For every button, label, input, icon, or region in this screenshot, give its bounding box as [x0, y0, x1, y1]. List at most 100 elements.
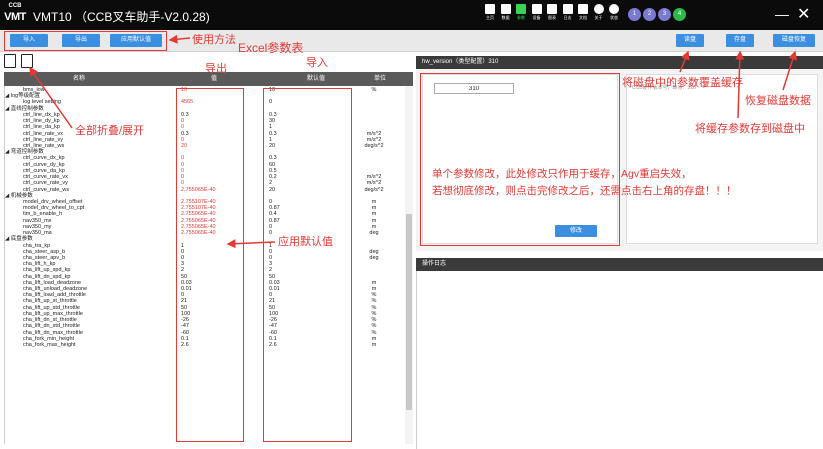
cell-name: cha_lift_dn_st_throttle	[23, 317, 77, 324]
cell-name: cha_lift_dn_std_throttle	[23, 323, 80, 330]
cell-name: cha_lift_h_kp	[23, 261, 56, 268]
annotation-note-line1: 单个参数修改，此处修改只作用于缓存，Agv重启失效，	[432, 168, 692, 180]
cell-unit: %	[371, 310, 377, 317]
step-2[interactable]: 2	[643, 8, 656, 21]
annotation-export: 导出	[205, 63, 227, 75]
annotation-overwrite-cache: 将磁盘中的参数覆盖缓存	[622, 77, 743, 89]
header-name: 名称	[72, 76, 85, 82]
cell-name: ctrl_line_rate_vx	[23, 130, 64, 137]
cell-unit: %	[371, 323, 377, 330]
cell-name: nav350_mx	[23, 217, 52, 224]
cell-name: ◢ log等级配置	[5, 93, 41, 100]
param-detail-title: hw_version（类型配置）310	[422, 59, 499, 65]
cell-unit: deg	[369, 248, 379, 255]
annotation-excel: Excel参数表	[238, 41, 304, 55]
cell-name: ctrl_curve_da_kp	[23, 167, 65, 174]
cell-name: tim_b_enable_h	[23, 211, 63, 218]
log-icon	[562, 4, 573, 14]
data-icon	[500, 4, 511, 14]
cell-name: cha_steer_apv_b	[23, 254, 66, 261]
cell-name: cha_lift_dn_max_throttle	[23, 329, 83, 336]
cell-unit: m	[371, 335, 377, 342]
cell-unit: %	[371, 317, 377, 324]
cell-name: ctrl_line_dx_kp	[23, 111, 60, 118]
cell-name: ctrl_curve_rate_vx	[23, 174, 68, 181]
cell-unit: m/s^2	[366, 174, 382, 181]
cell-name: cha_lift_load_add_throttle	[23, 292, 86, 299]
cell-name: cha_lift_unload_deadzone	[23, 286, 88, 293]
title-bar: CCB VMT VMT10 （CCB叉车助手-V2.0.28) 主页 数据 参数 设备…	[0, 0, 823, 30]
cell-unit: deg	[369, 230, 379, 237]
annotation-save-to-disk: 将缓存参数存到磁盘中	[695, 123, 805, 135]
cell-unit: %	[371, 329, 377, 336]
cell-name: ◢ 弯道控制参数	[5, 149, 44, 156]
doc-icon	[578, 4, 588, 14]
cell-name: ◢ 底盘参数	[5, 236, 33, 243]
cell-name: ctrl_curve_rate_vy	[23, 180, 68, 187]
cell-name: ctrl_line_da_kp	[23, 124, 60, 131]
default-column-highlight	[263, 88, 352, 442]
read-disk-button[interactable]: 读盘	[676, 34, 704, 47]
cell-name: cha_lift_dn_spd_kp	[23, 273, 71, 280]
cell-name: cha_lift_up_spd_kp	[23, 267, 71, 274]
annotation-import: 导入	[306, 57, 328, 69]
cell-unit: m	[371, 279, 377, 286]
table-scrollbar[interactable]	[405, 86, 413, 444]
cell-name: cha_steer_asp_b	[23, 248, 66, 255]
home-icon	[485, 4, 495, 14]
cell-unit: m	[371, 217, 377, 224]
cell-name: ctrl_curve_rate_ws	[23, 186, 70, 193]
header-default: 默认值	[306, 76, 325, 82]
device-icon	[531, 4, 542, 14]
cell-name: cha_lift_up_max_throttle	[23, 310, 83, 317]
cell-name: cha_tra_kp	[23, 242, 51, 249]
toolbar-highlight-box	[4, 31, 167, 51]
cell-unit: %	[371, 304, 377, 311]
log-body	[416, 271, 823, 449]
save-disk-button[interactable]: 存盘	[726, 34, 754, 47]
close-button[interactable]: ✕	[797, 4, 810, 24]
cell-unit: m/s^2	[366, 130, 382, 137]
collapse-all-icon[interactable]	[4, 54, 16, 68]
restore-disk-button[interactable]: 磁盘恢复	[773, 34, 815, 47]
step-4[interactable]: 4	[673, 8, 686, 21]
tree-toggle-group	[4, 54, 44, 70]
minimize-button[interactable]: —	[775, 6, 789, 22]
cell-name: cha_lift_up_st_throttle	[23, 298, 77, 305]
cell-name: cha_fork_min_height	[23, 335, 75, 342]
cell-unit: deg	[369, 254, 379, 261]
cell-name: ◢ 直线控制参数	[5, 105, 44, 112]
params-icon	[516, 4, 526, 14]
cell-name: cha_lift_load_deadzone	[23, 279, 82, 286]
cell-unit: m	[371, 211, 377, 218]
status-icon	[609, 4, 619, 14]
step-1[interactable]: 1	[628, 8, 641, 21]
cell-name: log level setting	[23, 99, 61, 106]
expand-all-icon[interactable]	[21, 54, 33, 68]
nav-label: 状态	[610, 15, 618, 20]
cell-unit: m	[371, 223, 377, 230]
annotation-collapse: 全部折叠/展开	[75, 125, 145, 137]
cell-unit: m	[371, 342, 377, 349]
cell-unit: %	[371, 87, 377, 93]
value-column-highlight	[176, 88, 244, 442]
cell-name: ctrl_curve_dx_kp	[23, 155, 65, 162]
cell-name: cha_fork_max_height	[23, 342, 76, 349]
param-detail-header: hw_version（类型配置）310	[416, 56, 823, 69]
app-title: VMT10 （CCB叉车助手-V2.0.28)	[33, 10, 210, 24]
scrollbar-thumb[interactable]	[406, 214, 412, 410]
log-header: 操作日志	[416, 258, 823, 271]
cell-name: ctrl_curve_dy_kp	[23, 161, 65, 168]
cell-unit: m/s^2	[366, 136, 382, 143]
annotation-note-line2: 若想彻底修改，则点击完修改之后，还需点击右上角的存盘！！！	[432, 185, 737, 197]
cell-unit: m/s^2	[366, 180, 382, 187]
step-3[interactable]: 3	[658, 8, 671, 21]
cell-unit: deg/s^2	[364, 142, 384, 149]
annotation-usage: 使用方法	[192, 34, 236, 46]
cell-unit: %	[371, 292, 377, 299]
header-unit: 单位	[373, 76, 386, 82]
logo-top-text: CCB	[8, 3, 22, 9]
annotation-apply-default: 应用默认值	[278, 236, 333, 248]
nav-status[interactable]: 状态	[605, 4, 623, 28]
cell-unit: m	[371, 198, 377, 205]
